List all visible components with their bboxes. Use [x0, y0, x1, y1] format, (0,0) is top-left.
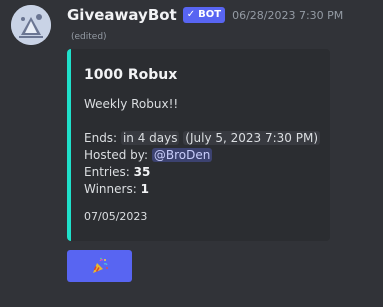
edited-label: (edited) — [71, 32, 107, 42]
embed-description: Weekly Robux!! Ends: in 4 days (July 5, … — [84, 96, 321, 198]
host-mention[interactable]: @BroDen — [151, 148, 213, 162]
ends-relative: in 4 days — [120, 131, 180, 145]
message-header: GiveawayBot ✓ BOT 06/28/2023 7:30 PM — [67, 6, 343, 24]
embed-title: 1000 Robux — [84, 67, 178, 83]
message-timestamp[interactable]: 06/28/2023 7:30 PM — [232, 9, 343, 22]
bot-tag: ✓ BOT — [182, 7, 226, 23]
giveaway-embed: 1000 Robux Weekly Robux!! Ends: in 4 day… — [67, 49, 330, 241]
bot-tag-label: BOT — [198, 9, 222, 20]
winners-value: 1 — [140, 182, 149, 196]
hosted-label: Hosted by: — [84, 148, 149, 162]
hosted-line: Hosted by: @BroDen — [84, 147, 320, 164]
party-popper-icon — [92, 257, 108, 273]
entries-value: 35 — [133, 165, 151, 179]
verified-check-icon: ✓ — [186, 9, 196, 20]
winners-label: Winners: — [84, 182, 137, 196]
ends-absolute-wrap: (July 5, 2023 7:30 PM) — [183, 131, 321, 145]
embed-footer-date: 07/05/2023 — [84, 210, 148, 223]
entries-line: Entries: 35 — [84, 164, 320, 181]
ends-line: Ends: in 4 days (July 5, 2023 7:30 PM) — [84, 130, 321, 147]
entries-label: Entries: — [84, 165, 130, 179]
bot-avatar[interactable] — [11, 5, 51, 45]
username[interactable]: GiveawayBot — [67, 6, 177, 24]
ends-absolute: July 5, 2023 7:30 PM — [189, 131, 314, 145]
enter-giveaway-button[interactable] — [67, 250, 132, 282]
winners-line: Winners: 1 — [84, 181, 320, 198]
embed-description-text: Weekly Robux!! — [84, 97, 179, 111]
ends-label: Ends: — [84, 131, 118, 145]
giveaway-avatar-icon — [11, 5, 51, 45]
